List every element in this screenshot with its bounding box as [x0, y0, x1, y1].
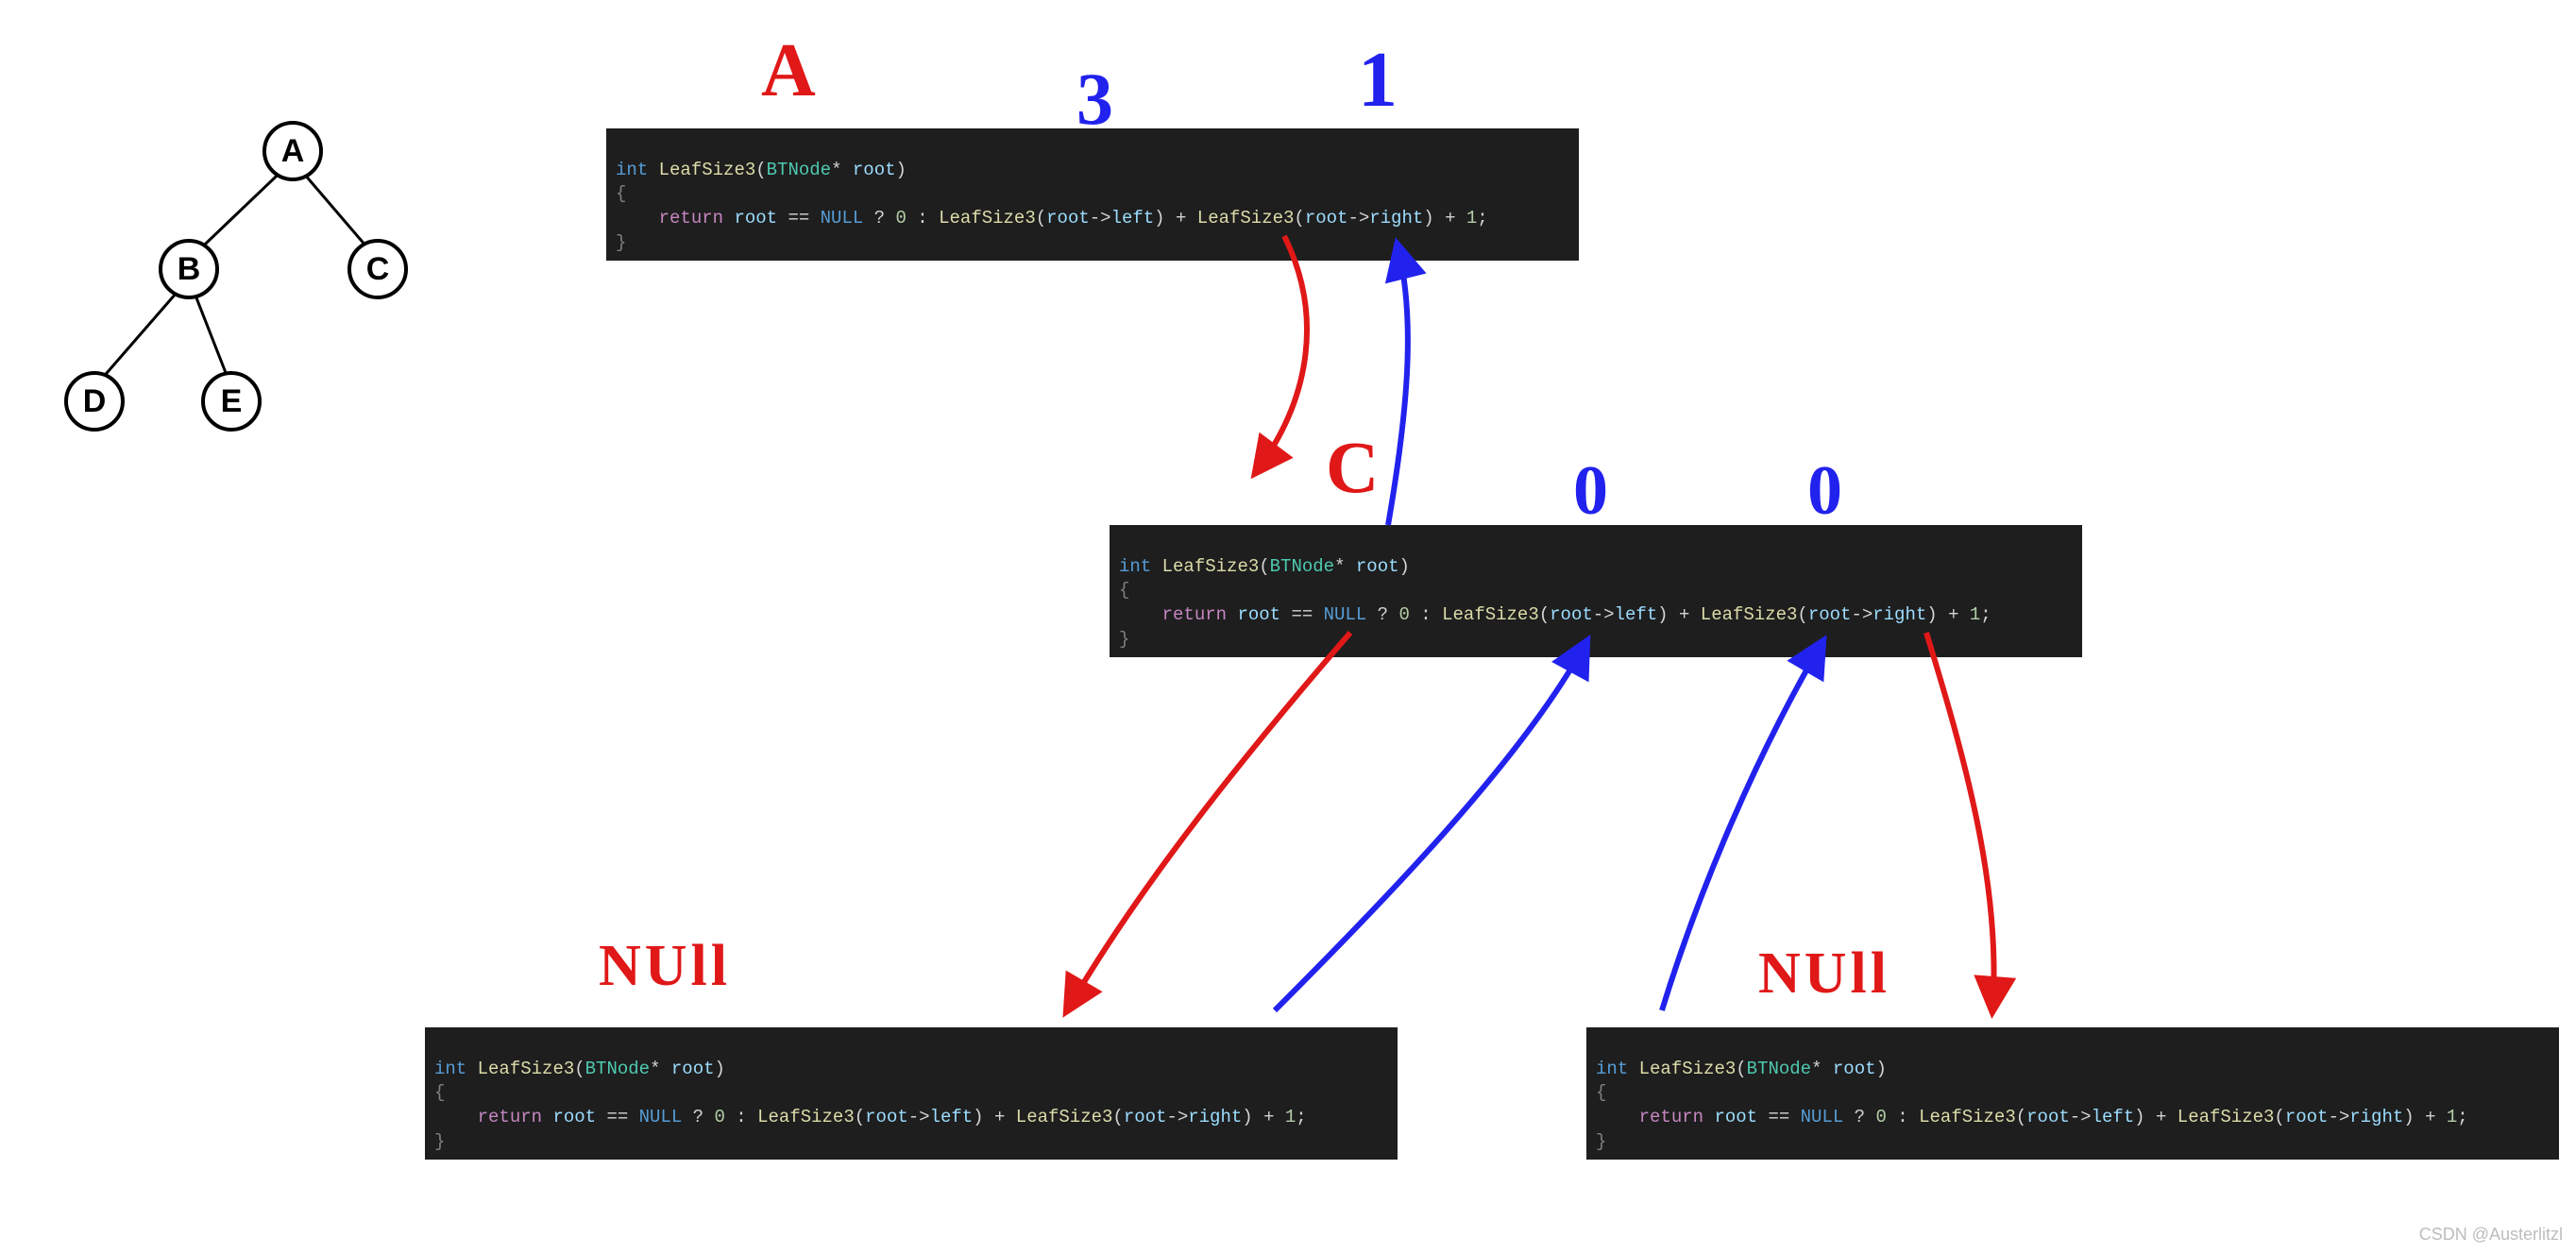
annot-zero-left: 0 [1573, 451, 1608, 532]
annot-zero-right: 0 [1807, 451, 1842, 532]
code-block-null-right: int LeafSize3(BTNode* root) { return roo… [1586, 1027, 2559, 1160]
tree-node-E: E [221, 383, 243, 419]
annot-null-left: NUll [599, 933, 731, 1000]
annot-one: 1 [1358, 34, 1398, 126]
arrow-nullleft-to-C [1275, 642, 1586, 1010]
arrow-C-to-A [1388, 246, 1408, 525]
annot-A: A [761, 28, 816, 114]
code-block-C: int LeafSize3(BTNode* root) { return roo… [1110, 525, 2082, 657]
tree-node-C: C [366, 251, 390, 287]
binary-tree-diagram: A B C D E [28, 104, 434, 500]
annot-null-right: NUll [1758, 940, 1890, 1008]
tree-node-D: D [83, 383, 107, 419]
annot-three: 3 [1076, 57, 1113, 142]
watermark: CSDN @Austerlitzl [2419, 1225, 2563, 1245]
code-block-null-left: int LeafSize3(BTNode* root) { return roo… [425, 1027, 1398, 1160]
arrow-C-to-null-right [1926, 633, 1994, 1010]
tree-node-A: A [281, 133, 305, 169]
tree-node-B: B [178, 251, 201, 287]
code-block-A: int LeafSize3(BTNode* root) { return roo… [606, 128, 1579, 261]
annot-C: C [1326, 425, 1379, 510]
arrow-A-to-C [1256, 236, 1307, 472]
arrow-C-to-null-left [1067, 633, 1350, 1010]
